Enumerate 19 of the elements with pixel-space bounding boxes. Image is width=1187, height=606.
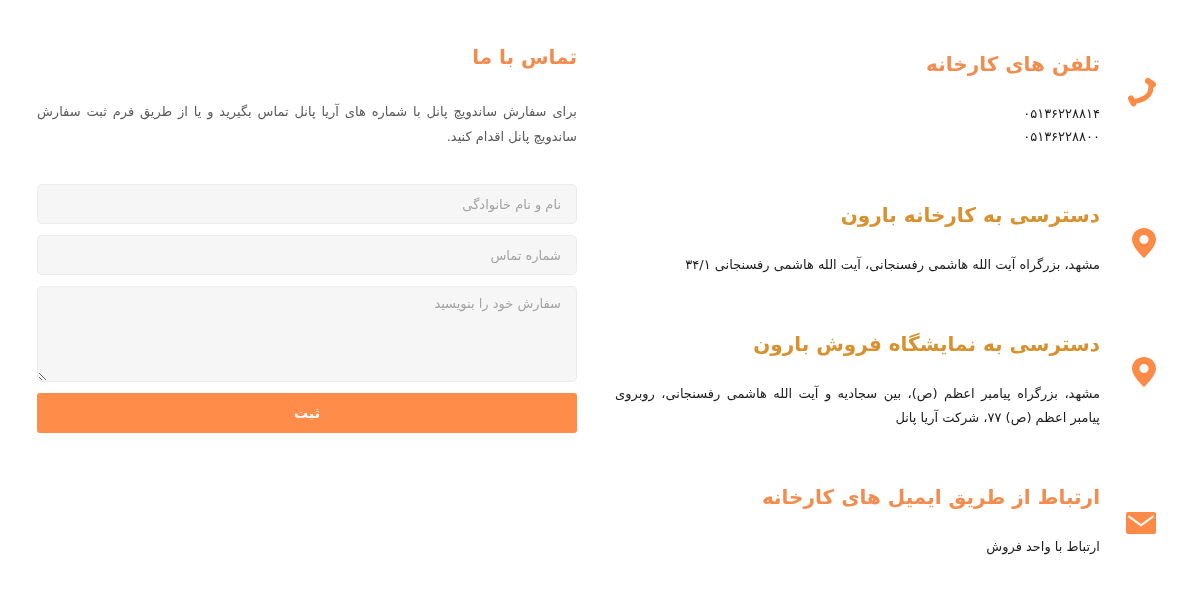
input-field[interactable]: نام و نام خانوادگی [37,184,577,224]
contact-text: ارتباط با واحد فروش [985,538,1100,557]
phone-icon [1127,77,1157,107]
location-pin-icon [1132,228,1156,258]
textarea-field[interactable]: سفارش خود را بنویسید [37,286,577,382]
input-field[interactable]: شماره تماس [37,235,577,275]
section-heading: دسترسی به کارخانه بارون [839,202,1100,229]
envelope-icon [1126,512,1156,534]
phone-number: ۰۵۱۳۶۲۲۸۸۰۰ [1022,128,1100,146]
section-heading: ارتباط از طریق ایمیل های کارخانه [760,484,1100,511]
submit-button[interactable]: ثبت [37,393,577,433]
section-heading: دسترسی به نمایشگاه فروش بارون [752,331,1100,358]
location-pin-icon [1132,357,1156,387]
address-text: مشهد، بزرگراه پیامبر اعظم (ص)، بین سجادیه و آیت الله هاشمی رفسنجانی، روبروی پیامبر اعظم (ص) ۷۷، شرکت آریا پانل [615,384,1100,428]
address-text: مشهد، بزرگراه آیت الله هاشمی رفسنجانی، آیت الله هاشمی رفسنجانی ۳۴/۱ [684,255,1100,275]
phone-number: ۰۵۱۳۶۲۲۸۸۱۴ [1022,105,1100,123]
form-description: برای سفارش ساندویچ پانل با شماره های آریا پانل تماس بگیرید و یا از طریق فرم ثبت سفارش ساندویچ پانل اقدام کنید. [37,102,577,147]
section-heading: تلفن های کارخانه [925,51,1100,78]
form-title: تماس با ما [471,44,577,71]
